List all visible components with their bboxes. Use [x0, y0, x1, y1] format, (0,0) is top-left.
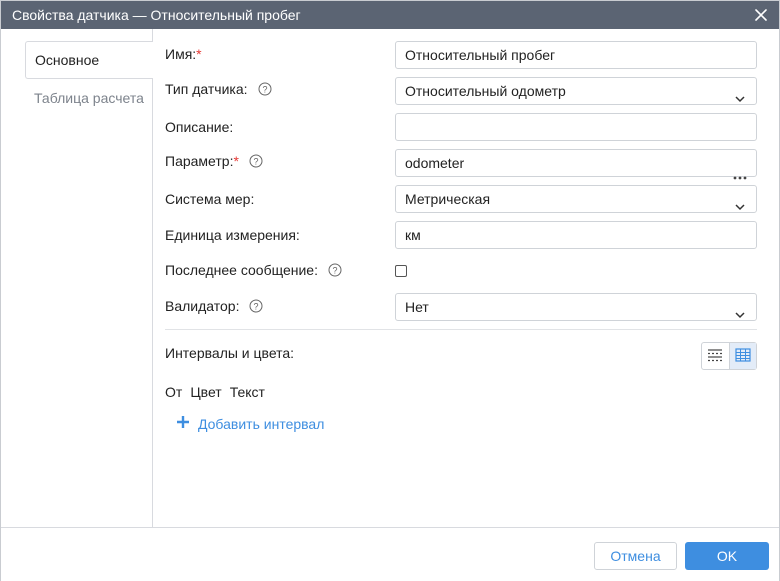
required-mark: *: [196, 46, 202, 62]
svg-text:?: ?: [254, 302, 259, 312]
validator-label: Валидатор:: [165, 298, 240, 314]
intervals-label: Интервалы и цвета:: [165, 345, 295, 361]
description-label: Описание:: [165, 119, 234, 135]
chevron-down-icon: [734, 86, 746, 103]
description-label-row: Описание:: [165, 119, 233, 135]
last-message-checkbox[interactable]: [395, 265, 407, 277]
column-header-text: Текст: [229, 384, 265, 400]
svg-text:?: ?: [262, 85, 267, 95]
svg-text:?: ?: [332, 266, 337, 276]
help-icon[interactable]: ?: [249, 299, 263, 313]
parameter-label-row: Параметр: * ?: [165, 153, 263, 169]
measure-system-value: Метрическая: [405, 191, 491, 207]
close-icon[interactable]: [753, 7, 769, 23]
intervals-columns: От Цвет Текст: [165, 384, 265, 400]
chevron-down-icon: [734, 302, 746, 319]
name-label: Имя:: [165, 46, 197, 62]
sensor-type-value: Относительный одометр: [405, 83, 566, 99]
sensor-type-label: Тип датчика:: [165, 81, 248, 97]
unit-input[interactable]: км: [395, 221, 757, 249]
plus-icon: [176, 415, 190, 432]
sensor-type-select[interactable]: Относительный одометр: [395, 77, 757, 105]
table-view-icon[interactable]: [729, 343, 756, 369]
measure-system-label-row: Система мер:: [165, 191, 254, 207]
more-horizontal-icon[interactable]: [733, 162, 747, 180]
dialog-sidebar: Основное Таблица расчета: [1, 29, 153, 527]
chevron-down-icon: [734, 194, 746, 211]
list-view-icon[interactable]: [702, 343, 729, 369]
column-header-from: От: [165, 384, 183, 400]
measure-system-label: Система мер:: [165, 191, 255, 207]
dialog-titlebar: Свойства датчика — Относительный пробег: [1, 1, 779, 29]
dialog-footer: Отмена OK: [1, 527, 779, 581]
ok-button[interactable]: OK: [685, 542, 769, 570]
dialog-title: Свойства датчика — Относительный пробег: [12, 7, 301, 23]
name-label-row: Имя: *: [165, 46, 202, 62]
parameter-label: Параметр:: [165, 153, 234, 169]
parameter-input[interactable]: odometer: [395, 149, 757, 180]
section-divider: [165, 329, 757, 330]
cancel-button[interactable]: Отмена: [594, 542, 677, 570]
help-icon[interactable]: ?: [328, 263, 342, 277]
tab-general[interactable]: Основное: [25, 41, 153, 79]
validator-label-row: Валидатор: ?: [165, 298, 263, 314]
sensor-type-label-row: Тип датчика: ?: [165, 81, 272, 97]
tab-calculation-table[interactable]: Таблица расчета: [25, 79, 153, 117]
validator-value: Нет: [405, 299, 429, 315]
name-input[interactable]: Относительный пробег: [395, 41, 757, 69]
column-header-color: Цвет: [190, 384, 222, 400]
unit-label-row: Единица измерения:: [165, 227, 300, 243]
last-message-label-row: Последнее сообщение: ?: [165, 262, 342, 278]
sensor-properties-dialog: Свойства датчика — Относительный пробег …: [0, 0, 780, 581]
validator-select[interactable]: Нет: [395, 293, 757, 321]
svg-text:?: ?: [253, 157, 258, 167]
unit-label: Единица измерения:: [165, 227, 300, 243]
measure-system-select[interactable]: Метрическая: [395, 185, 757, 213]
help-icon[interactable]: ?: [258, 82, 272, 96]
parameter-value: odometer: [405, 155, 465, 171]
last-message-label: Последнее сообщение:: [165, 262, 318, 278]
intervals-view-toggle: [701, 342, 757, 370]
add-interval-button[interactable]: Добавить интервал: [176, 415, 324, 432]
add-interval-label: Добавить интервал: [198, 415, 325, 432]
description-input[interactable]: [395, 113, 757, 141]
intervals-label-row: Интервалы и цвета:: [165, 345, 294, 361]
help-icon[interactable]: ?: [249, 154, 263, 168]
required-mark: *: [233, 153, 239, 169]
